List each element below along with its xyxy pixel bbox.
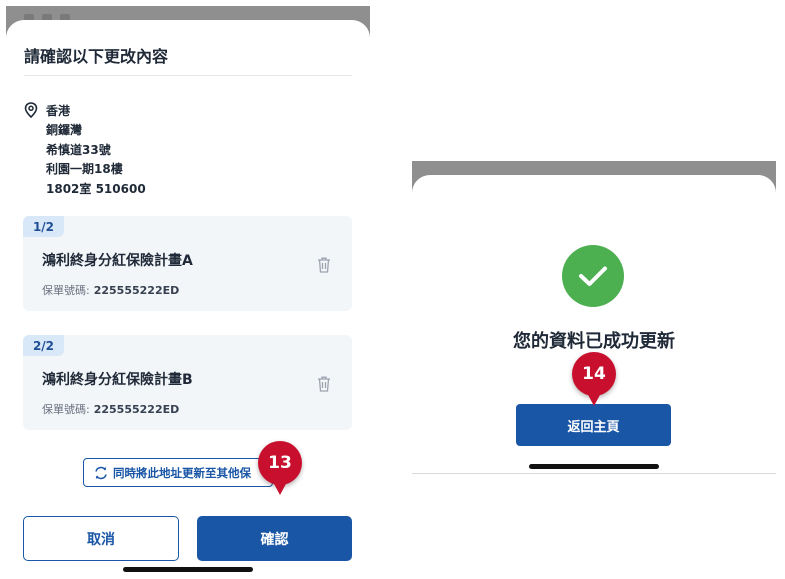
divider bbox=[24, 75, 352, 76]
cancel-button[interactable]: 取消 bbox=[23, 516, 179, 561]
policy-number: 保單號碼: 225555222ED bbox=[42, 401, 179, 417]
home-indicator bbox=[529, 464, 659, 469]
policy-name: 鴻利終身分紅保險計畫B bbox=[42, 372, 193, 388]
home-indicator bbox=[123, 567, 253, 572]
policy-number-value: 225555222ED bbox=[93, 403, 180, 416]
address-line: 銅鑼灣 bbox=[46, 123, 83, 138]
divider bbox=[412, 473, 776, 474]
policy-number: 保單號碼: 225555222ED bbox=[42, 282, 179, 298]
policy-number-value: 225555222ED bbox=[93, 284, 180, 297]
address-line: 1802室 510600 bbox=[46, 181, 146, 196]
trash-icon[interactable] bbox=[316, 375, 332, 393]
address-line: 希慎道33號 bbox=[46, 142, 111, 157]
confirm-screen: 請確認以下更改內容 香港 銅鑼灣 希慎道33號 利園一期18樓 1802室 51… bbox=[6, 6, 370, 579]
confirm-button[interactable]: 確認 bbox=[197, 516, 352, 561]
policy-number-label: 保單號碼: bbox=[42, 284, 90, 297]
sync-address-label: 同時將此地址更新至其他保 bbox=[113, 465, 251, 480]
policy-index-badge: 1/2 bbox=[23, 216, 64, 237]
location-pin-icon bbox=[24, 102, 38, 118]
success-screen: 您的資料已成功更新 返回主頁 bbox=[412, 161, 776, 475]
success-sheet: 您的資料已成功更新 返回主頁 bbox=[412, 175, 776, 475]
address-line: 香港 bbox=[46, 104, 71, 118]
page-title: 請確認以下更改內容 bbox=[24, 47, 169, 66]
policy-name: 鴻利終身分紅保險計畫A bbox=[42, 253, 193, 269]
sync-icon bbox=[95, 466, 107, 479]
check-circle-icon bbox=[562, 245, 624, 307]
policy-card: 2/2 鴻利終身分紅保險計畫B 保單號碼: 225555222ED bbox=[23, 335, 352, 430]
success-message: 您的資料已成功更新 bbox=[513, 331, 675, 352]
return-home-button[interactable]: 返回主頁 bbox=[516, 404, 671, 446]
policy-number-label: 保單號碼: bbox=[42, 403, 90, 416]
address-line: 利園一期18樓 bbox=[46, 162, 123, 177]
confirm-sheet: 請確認以下更改內容 香港 銅鑼灣 希慎道33號 利園一期18樓 1802室 51… bbox=[6, 20, 370, 579]
policy-index-badge: 2/2 bbox=[23, 335, 64, 356]
policy-card: 1/2 鴻利終身分紅保險計畫A 保單號碼: 225555222ED bbox=[23, 216, 352, 311]
step-marker: 13 bbox=[258, 441, 302, 495]
step-marker: 14 bbox=[572, 352, 616, 406]
address-text: 香港 銅鑼灣 希慎道33號 利園一期18樓 1802室 510600 bbox=[46, 102, 246, 199]
sync-address-button[interactable]: 同時將此地址更新至其他保 bbox=[83, 458, 273, 487]
trash-icon[interactable] bbox=[316, 256, 332, 274]
